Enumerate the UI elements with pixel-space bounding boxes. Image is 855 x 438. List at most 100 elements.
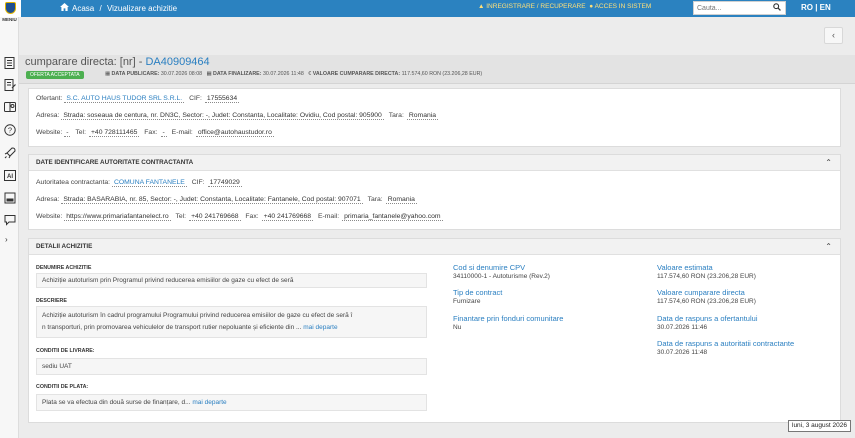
authority-website-label: Website: — [36, 213, 63, 220]
delivery-label: CONDITII DE LIVRARE: — [36, 348, 95, 354]
language-switch[interactable]: RO | EN — [801, 3, 831, 12]
cpv-value: 34110000-1 - Autoturisme (Rev.2) — [453, 273, 550, 280]
authority-tel-value: +40 241769668 — [189, 213, 241, 221]
supplier-panel: Ofertant: S.C. AUTO HAUS TUDOR SRL S.R.L… — [28, 88, 841, 147]
menu-label[interactable]: MENIU — [0, 17, 19, 22]
contract-type-value: Furnizare — [453, 298, 481, 305]
estimated-label: Valoare estimata — [657, 263, 713, 272]
authority-title: DATE IDENTIFICARE AUTORITATE CONTRACTANT… — [36, 159, 194, 166]
payment-label: CONDITII DE PLATA: — [36, 384, 89, 390]
email-value[interactable]: office@autohaustudor.ro — [195, 129, 274, 137]
value-amount: 117.574,60 — [401, 71, 428, 77]
purchase-code: DA40909464 — [145, 56, 210, 68]
payment-more-link[interactable]: mai departe — [192, 399, 226, 406]
contract-type-label: Tip de contract — [453, 288, 503, 297]
chevron-left-icon: ‹ — [832, 30, 835, 40]
rocket-icon[interactable] — [3, 147, 16, 160]
svg-text:?: ? — [7, 126, 11, 135]
chevron-right-icon[interactable]: › — [5, 235, 8, 244]
ai-icon[interactable]: AI — [3, 170, 16, 183]
name-box: Achiziție autoturism prin Programul priv… — [36, 273, 427, 288]
description-line2: n transporturi, prin promovarea vehicule… — [42, 324, 302, 331]
document-list-icon[interactable] — [3, 57, 16, 70]
offerer-link[interactable]: S.C. AUTO HAUS TUDOR SRL S.R.L. — [64, 95, 185, 103]
fax-label: Fax: — [144, 129, 158, 136]
value-icon: € — [308, 71, 312, 77]
offer-response-value: 30.07.2026 11:46 — [657, 324, 708, 331]
authority-email-label: E-mail: — [317, 213, 340, 220]
sub-header — [19, 17, 855, 55]
purchase-value-value: 117.574,60 RON (23.206,28 EUR) — [657, 298, 756, 305]
chat-icon[interactable] — [3, 214, 16, 227]
register-link[interactable]: INREGISTRARE / RECUPERARE — [486, 3, 585, 10]
login-icon: ● — [589, 3, 594, 10]
chevron-up-icon[interactable]: ⌃ — [825, 242, 832, 251]
delivery-box: sediu UAT — [36, 358, 427, 375]
description-box: Achiziție autoturism în cadrul programul… — [36, 306, 427, 338]
authority-cif-value: 17749029 — [207, 179, 242, 187]
calendar-icon: ▦ — [206, 71, 212, 77]
page-title: cumparare directa: [nr] - DA40909464 — [25, 56, 210, 68]
eu-funds-value: Nu — [453, 324, 462, 331]
details-panel: DETALII ACHIZITIE ⌃ DENUMIRE ACHIZITIE A… — [28, 238, 841, 423]
purchase-value-label: Valoare cumparare directa — [657, 288, 745, 297]
description-more-link[interactable]: mai departe — [303, 324, 337, 331]
auth-links: ▲ INREGISTRARE / RECUPERARE ● ACCES IN S… — [478, 3, 651, 10]
authority-fax-value: +40 241769668 — [261, 213, 314, 221]
help-icon[interactable]: ? — [3, 124, 16, 137]
chevron-up-icon[interactable]: ⌃ — [825, 158, 832, 167]
authority-address-label: Adresa: — [36, 196, 60, 203]
authority-address-row: Adresa: Strada: BASARABIA, nr. 85, Secto… — [36, 196, 417, 204]
finalize-label: DATA FINALIZARE: — [213, 71, 262, 77]
home-icon — [60, 3, 70, 13]
offerer-row: Ofertant: S.C. AUTO HAUS TUDOR SRL S.R.L… — [36, 95, 240, 103]
offerer-label: Ofertant: — [36, 95, 63, 102]
description-line1: Achiziție autoturism în cadrul programul… — [42, 312, 353, 319]
name-label: DENUMIRE ACHIZITIE — [36, 265, 92, 271]
database-icon[interactable] — [3, 192, 16, 205]
payment-value: Plata se va efectua din două surse de fi… — [42, 399, 191, 406]
value-currency: RON (23.206,28 EUR) — [429, 71, 483, 77]
cif-label: CIF: — [189, 95, 202, 102]
breadcrumb: Acasa / Vizualizare achizitie — [60, 3, 177, 13]
authority-name-row: Autoritatea contractanta: COMUNA FANTANE… — [36, 179, 242, 187]
publish-date: 30.07.2026 08:08 — [160, 71, 203, 77]
publish-label: DATA PUBLICARE: — [111, 71, 160, 77]
description-label: DESCRIERE — [36, 298, 67, 304]
website-label: Website: — [36, 129, 63, 136]
authority-response-value: 30.07.2026 11:48 — [657, 349, 708, 356]
tel-value: +40 728111465 — [88, 129, 140, 137]
authority-country-label: Tara: — [367, 196, 383, 203]
authority-email-value[interactable]: primaria_fantanele@yahoo.com — [342, 213, 443, 221]
search-box — [693, 1, 786, 15]
estimated-value: 117.574,60 RON (23.206,28 EUR) — [657, 273, 756, 280]
authority-header[interactable]: DATE IDENTIFICARE AUTORITATE CONTRACTANT… — [29, 155, 840, 171]
authority-name-link[interactable]: COMUNA FANTANELE — [111, 179, 187, 187]
cpv-label: Cod si denumire CPV — [453, 263, 526, 272]
login-link[interactable]: ACCES IN SISTEM — [595, 3, 652, 10]
breadcrumb-home[interactable]: Acasa — [72, 4, 94, 13]
authority-website-value[interactable]: https://www.primariafantanelect.ro — [64, 213, 171, 221]
search-icon[interactable] — [773, 3, 781, 13]
search-input[interactable] — [694, 2, 766, 14]
fax-value: - — [160, 129, 167, 137]
breadcrumb-current: Vizualizare achizitie — [106, 4, 178, 13]
country-value: Romania — [406, 112, 439, 120]
address-label: Adresa: — [36, 112, 60, 119]
email-label: E-mail: — [171, 129, 193, 136]
crest-icon — [5, 2, 16, 14]
authority-contact-row: Website: https://www.primariafantanelect… — [36, 213, 443, 221]
value-label: VALOARE CUMPARARE DIRECTA: — [312, 71, 401, 77]
website-value: - — [64, 129, 71, 137]
details-header[interactable]: DETALII ACHIZITIE ⌃ — [29, 239, 840, 255]
catalog-icon[interactable] — [3, 101, 16, 114]
logo[interactable] — [0, 0, 21, 17]
register-icon: ▲ — [478, 3, 485, 10]
document-edit-icon[interactable] — [3, 79, 16, 92]
eu-funds-label: Finantare prin fonduri comunitare — [453, 314, 564, 323]
finalize-date: 30.07.2026 11:48 — [262, 71, 304, 77]
cif-value: 17555634 — [204, 95, 240, 103]
contact-row: Website: - Tel: +40 728111465 Fax: - E-mai… — [36, 129, 274, 137]
back-button[interactable]: ‹ — [824, 27, 843, 44]
name-value: Achiziție autoturism prin Programul priv… — [42, 277, 294, 284]
